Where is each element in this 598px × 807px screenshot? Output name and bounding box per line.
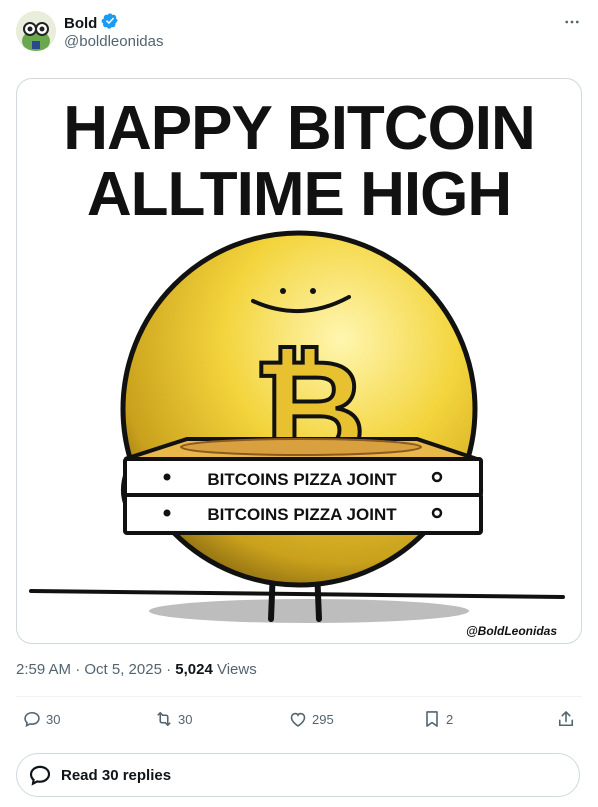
author-handle[interactable]: @boldleonidas	[64, 33, 163, 50]
like-count: 295	[312, 711, 334, 727]
like-button[interactable]: 295	[288, 709, 334, 729]
reply-bubble-icon	[29, 765, 51, 786]
repost-count: 30	[178, 711, 193, 727]
headline-line-2: ALLTIME HIGH	[87, 160, 511, 229]
author-name-row: Bold	[64, 12, 119, 35]
read-replies-button[interactable]: Read 30 replies	[16, 753, 580, 797]
bookmark-button[interactable]: 2	[422, 709, 453, 729]
pizza-box-bottom-label: BITCOINS PIZZA JOINT	[207, 505, 397, 524]
bookmark-icon	[426, 711, 438, 727]
bookmark-count: 2	[446, 711, 454, 727]
meta-separator: ·	[161, 661, 176, 678]
artist-signature: @BoldLeonidas	[466, 624, 557, 638]
bitcoin-cartoon-illustration: HAPPY BITCOIN ALLTIME HIGH ₿ BITCOINS PI…	[29, 94, 565, 638]
tweet-meta: 2:59 AM · Oct 5, 2025 · 5,024 Views	[16, 661, 257, 678]
reply-button[interactable]: 30	[22, 709, 60, 729]
reply-icon	[24, 711, 40, 728]
avatar-image	[16, 11, 56, 51]
share-button[interactable]	[556, 709, 576, 729]
divider-top	[16, 696, 582, 697]
headline-line-1: HAPPY BITCOIN	[63, 94, 535, 163]
heart-icon	[290, 712, 306, 727]
more-dots-icon	[565, 20, 579, 24]
pizza-box-top-label: BITCOINS PIZZA JOINT	[207, 470, 397, 489]
more-options-button[interactable]	[560, 10, 584, 34]
author-display-name[interactable]: Bold	[64, 15, 97, 32]
reply-count: 30	[46, 711, 61, 727]
views-count: 5,024	[175, 661, 213, 678]
read-replies-label: Read 30 replies	[61, 766, 172, 784]
verified-badge-icon	[101, 12, 119, 35]
share-icon	[558, 711, 574, 727]
tweet-media-image[interactable]: HAPPY BITCOIN ALLTIME HIGH ₿ BITCOINS PI…	[16, 78, 582, 644]
avatar[interactable]	[16, 11, 56, 51]
repost-icon	[157, 711, 171, 727]
ground-shadow	[149, 599, 469, 623]
ground-line	[29, 589, 565, 599]
tweet-timestamp[interactable]: 2:59 AM · Oct 5, 2025	[16, 661, 162, 678]
repost-button[interactable]: 30	[154, 709, 192, 729]
views-label: Views	[212, 661, 257, 678]
